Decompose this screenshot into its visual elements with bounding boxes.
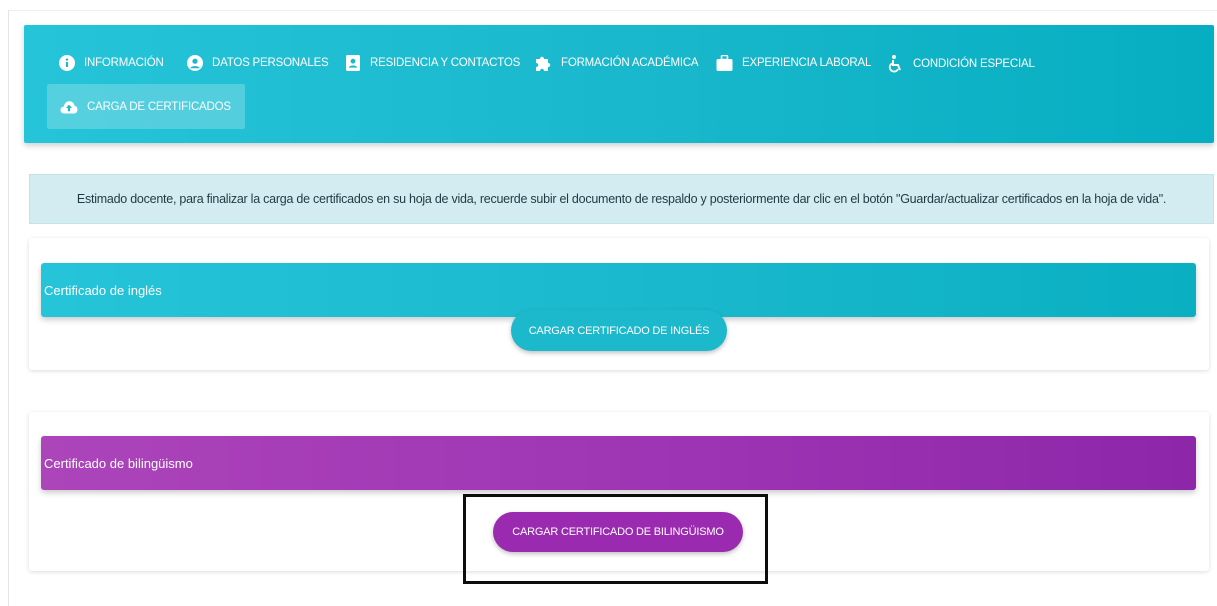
tab-informacion-label: INFORMACIÓN	[84, 57, 164, 69]
highlight-annotation-box	[463, 494, 768, 584]
tab-formacion-academica[interactable]: FORMACIÓN ACADÉMICA	[535, 55, 699, 71]
cloud-upload-icon	[60, 100, 78, 113]
tab-condicion-especial-label: CONDICIÓN ESPECIAL	[913, 58, 1035, 70]
tab-residencia-contactos[interactable]: RESIDENCIA Y CONTACTOS	[345, 55, 520, 71]
bilingual-certificate-title: Certificado de bilingüismo	[44, 455, 193, 471]
tab-formacion-academica-label: FORMACIÓN ACADÉMICA	[561, 57, 699, 69]
puzzle-icon	[536, 56, 551, 71]
briefcase-icon	[716, 55, 733, 71]
tab-carga-certificados[interactable]: CARGA DE CERTIFICADOS	[47, 84, 245, 129]
upload-english-certificate-button[interactable]: CARGAR CERTIFICADO DE INGLÉS	[511, 310, 727, 351]
tab-datos-personales-label: DATOS PERSONALES	[212, 57, 329, 69]
user-circle-icon	[187, 55, 203, 71]
top-strip	[0, 0, 1217, 10]
tab-datos-personales[interactable]: DATOS PERSONALES	[187, 55, 329, 71]
profile-section-navbar: INFORMACIÓN DATOS PERSONALES RESIDENCIA …	[24, 25, 1214, 143]
tab-informacion[interactable]: INFORMACIÓN	[59, 55, 164, 71]
info-alert-text: Estimado docente, para finalizar la carg…	[76, 192, 1167, 206]
wheelchair-icon	[888, 55, 901, 73]
address-book-icon	[346, 55, 360, 71]
bilingual-certificate-header: Certificado de bilingüismo	[41, 436, 1196, 490]
english-certificate-title: Certificado de inglés	[44, 282, 162, 298]
tab-condicion-especial[interactable]: CONDICIÓN ESPECIAL	[888, 55, 1035, 73]
info-alert: Estimado docente, para finalizar la carg…	[29, 174, 1214, 224]
tab-residencia-contactos-label: RESIDENCIA Y CONTACTOS	[370, 57, 521, 69]
tab-carga-certificados-label: CARGA DE CERTIFICADOS	[87, 100, 231, 113]
tab-experiencia-laboral-label: EXPERIENCIA LABORAL	[742, 57, 872, 69]
english-certificate-card: Certificado de inglés CARGAR CERTIFICADO…	[29, 238, 1209, 370]
english-certificate-header: Certificado de inglés	[41, 263, 1196, 317]
info-circle-icon	[59, 55, 75, 71]
tab-experiencia-laboral[interactable]: EXPERIENCIA LABORAL	[716, 55, 871, 71]
